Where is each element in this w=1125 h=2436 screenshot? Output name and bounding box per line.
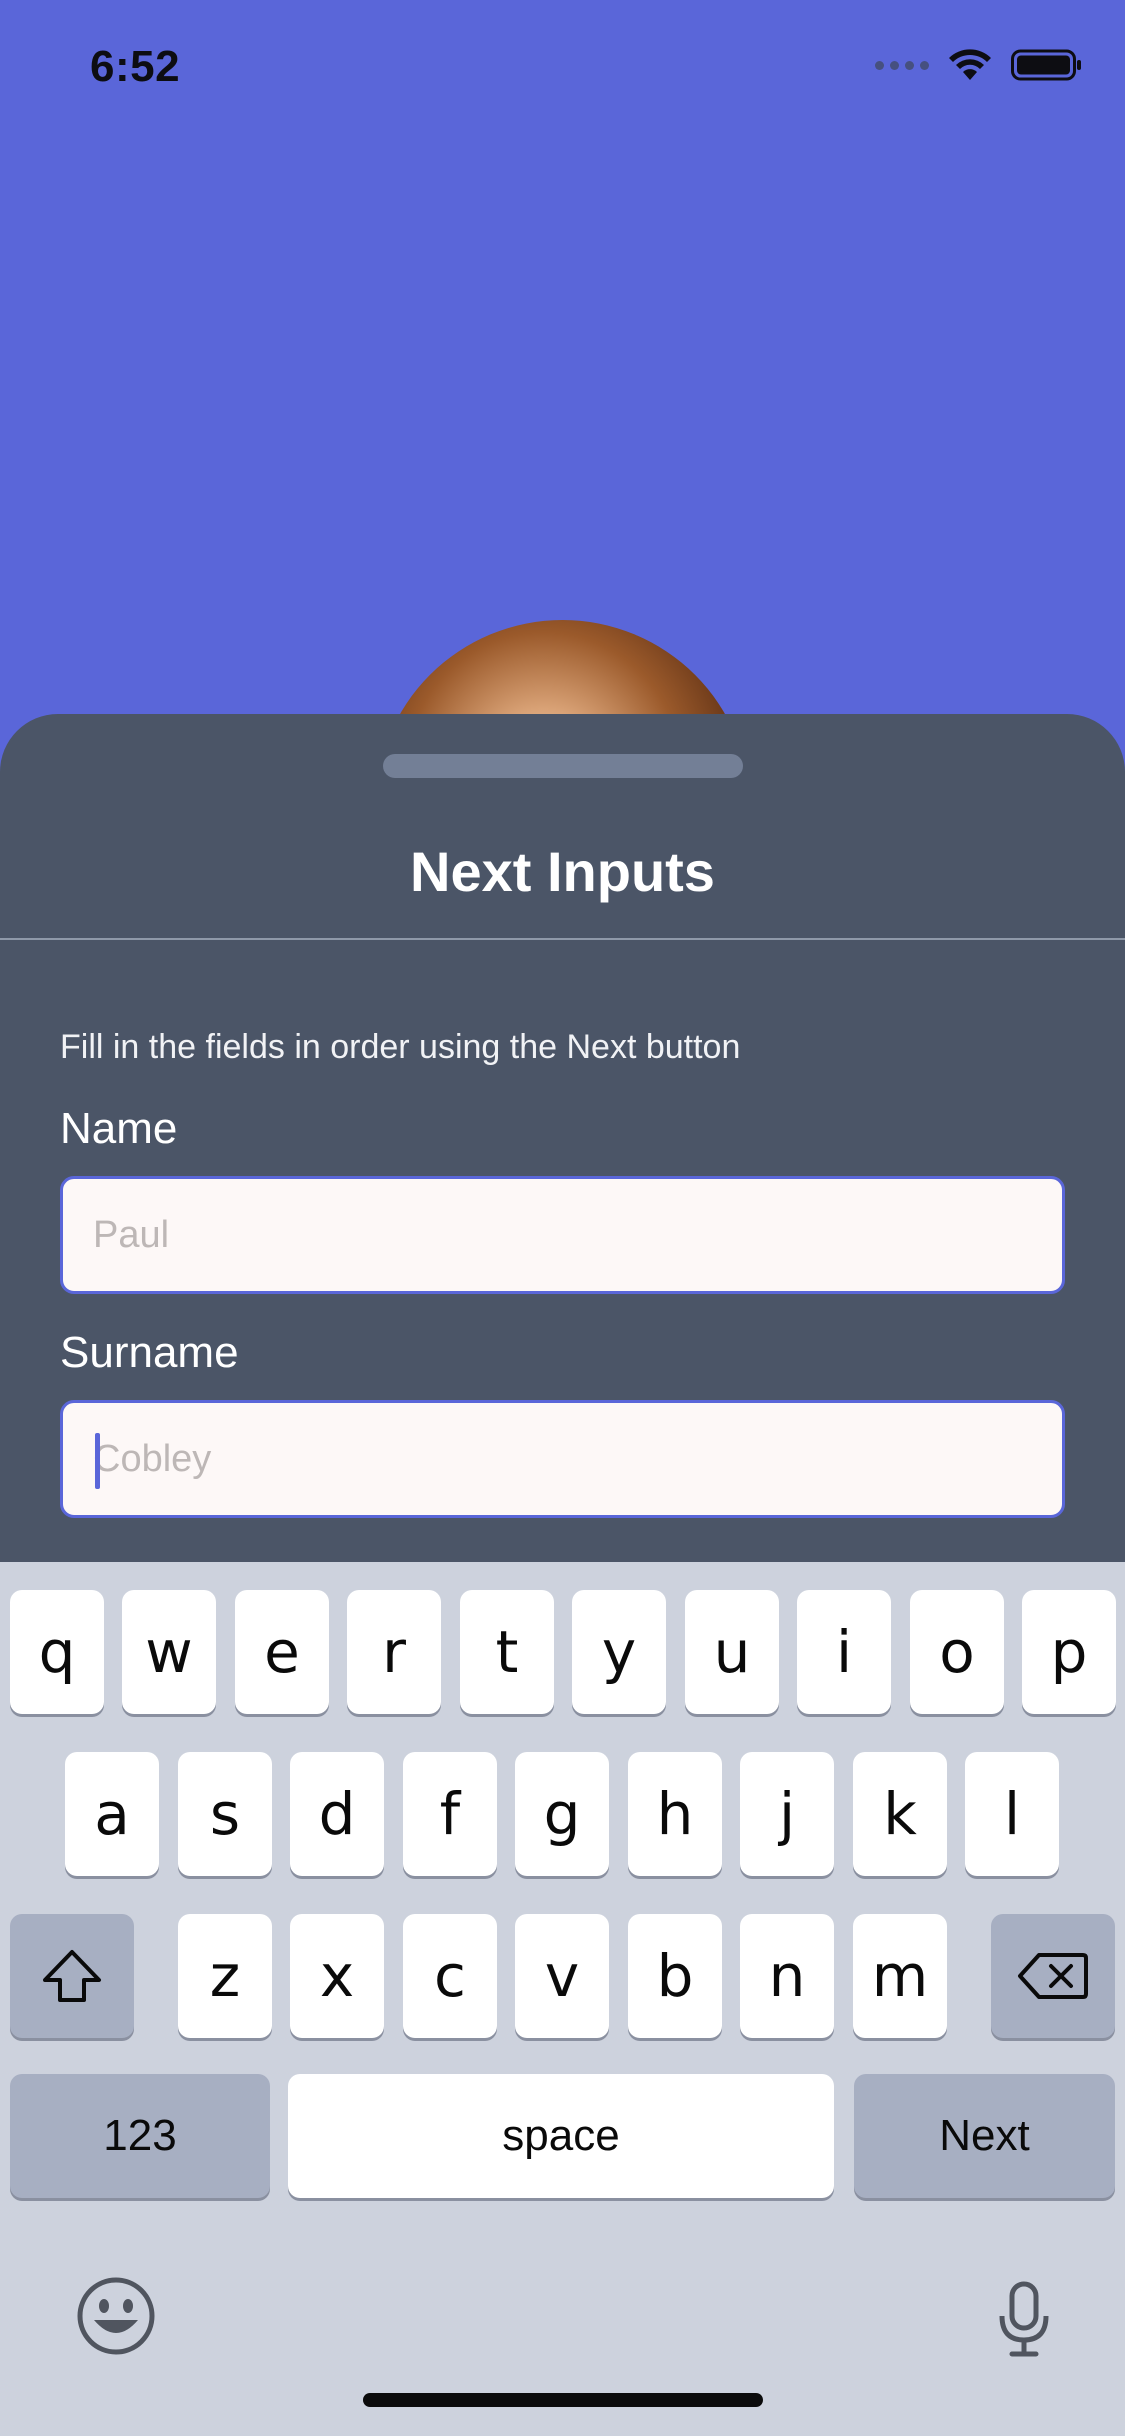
status-icons: [875, 48, 1083, 82]
surname-label: Surname: [60, 1328, 239, 1377]
key-e[interactable]: e: [235, 1590, 329, 1714]
key-s[interactable]: s: [178, 1752, 272, 1876]
key-h[interactable]: h: [628, 1752, 722, 1876]
key-z[interactable]: z: [178, 1914, 272, 2038]
sheet-drag-handle[interactable]: [383, 754, 743, 778]
text-cursor: [95, 1433, 100, 1489]
key-k[interactable]: k: [853, 1752, 947, 1876]
backspace-icon: [1018, 1953, 1088, 1999]
key-d[interactable]: d: [290, 1752, 384, 1876]
backspace-key[interactable]: [991, 1914, 1115, 2038]
surname-field[interactable]: [60, 1400, 1065, 1518]
key-t[interactable]: t: [460, 1590, 554, 1714]
shift-icon: [43, 1950, 101, 2002]
keyboard: q w e r t y u i o p a s d f g h j k l z …: [0, 1562, 1125, 2436]
key-o[interactable]: o: [910, 1590, 1004, 1714]
key-l[interactable]: l: [965, 1752, 1059, 1876]
battery-icon: [1011, 49, 1081, 81]
key-a[interactable]: a: [65, 1752, 159, 1876]
key-p[interactable]: p: [1022, 1590, 1116, 1714]
key-w[interactable]: w: [122, 1590, 216, 1714]
screen: 6:52 Next Inputs Fill in the fields in o…: [0, 0, 1125, 2436]
space-key[interactable]: space: [288, 2074, 834, 2198]
key-u[interactable]: u: [685, 1590, 779, 1714]
title-divider: [0, 938, 1125, 940]
key-m[interactable]: m: [853, 1914, 947, 2038]
shift-key[interactable]: [10, 1914, 134, 2038]
key-j[interactable]: j: [740, 1752, 834, 1876]
microphone-icon[interactable]: [994, 2280, 1054, 2360]
cellular-signal-icon: [875, 60, 929, 70]
surname-input[interactable]: [93, 1437, 1062, 1481]
next-key[interactable]: Next: [854, 2074, 1115, 2198]
key-v[interactable]: v: [515, 1914, 609, 2038]
key-b[interactable]: b: [628, 1914, 722, 2038]
home-indicator[interactable]: [363, 2393, 763, 2407]
sheet-title: Next Inputs: [410, 840, 715, 903]
key-i[interactable]: i: [797, 1590, 891, 1714]
name-label: Name: [60, 1104, 178, 1153]
key-q[interactable]: q: [10, 1590, 104, 1714]
key-c[interactable]: c: [403, 1914, 497, 2038]
key-y[interactable]: y: [572, 1590, 666, 1714]
wifi-icon: [949, 49, 991, 80]
key-x[interactable]: x: [290, 1914, 384, 2038]
numbers-key[interactable]: 123: [10, 2074, 270, 2198]
key-f[interactable]: f: [403, 1752, 497, 1876]
name-input[interactable]: [93, 1213, 1062, 1257]
emoji-icon[interactable]: [76, 2276, 156, 2356]
key-n[interactable]: n: [740, 1914, 834, 2038]
form-hint: Fill in the fields in order using the Ne…: [60, 1028, 741, 1066]
key-r[interactable]: r: [347, 1590, 441, 1714]
name-field[interactable]: [60, 1176, 1065, 1294]
status-time: 6:52: [90, 42, 181, 91]
key-g[interactable]: g: [515, 1752, 609, 1876]
